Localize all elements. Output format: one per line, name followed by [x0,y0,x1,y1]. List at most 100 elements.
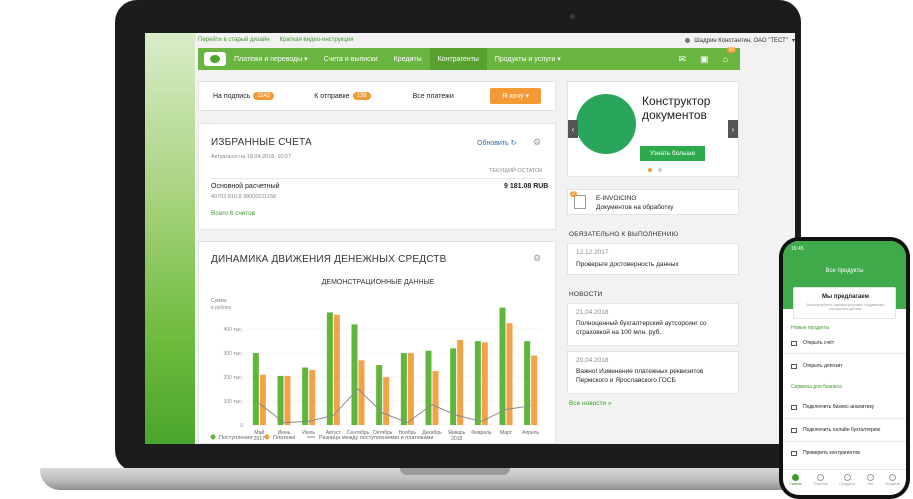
camera [570,14,575,19]
nav-counterparties[interactable]: Контрагенты [429,48,487,70]
status-time: 16:45 [791,246,804,252]
card-title: ИЗБРАННЫЕ СЧЕТА [211,137,312,148]
carousel-dot[interactable] [658,168,662,172]
x-tick-label: Март [500,430,513,436]
refresh-icon: ↻ [510,140,517,147]
updated-at: Актуально на 18.04.2018, 10:57 [211,154,292,160]
chevron-down-icon: ▾ [791,38,795,44]
bar-income [351,324,358,425]
row-counterparties[interactable]: Проверить контрагентов [791,450,899,456]
bar-income [400,353,407,425]
document-icon [574,195,586,209]
tab-to-send[interactable]: К отправке 139 [314,92,371,100]
video-guide-link[interactable]: Краткая видео-инструкция [280,37,354,43]
document-builder-icon [576,94,636,154]
count-badge: 1142 [253,92,275,100]
notifications-badge: 10 [726,47,737,53]
promo-title-line1: Конструктор [642,94,711,108]
bar-income [425,350,432,425]
old-design-link[interactable]: Перейти в старый дизайн [198,37,270,43]
chat-icon [866,474,874,481]
required-header: ОБЯЗАТЕЛЬНО К ВЫПОЛНЕНИЮ [569,231,679,238]
nav-credits[interactable]: Кредиты [386,48,430,70]
logo[interactable] [204,52,226,66]
phone-screen: 16:45 Все продукты Мы предлагаем Восполь… [783,241,906,495]
account-name[interactable]: Основной расчетный [211,183,280,190]
row-analytics[interactable]: Подключить бизнес-аналитику [791,404,899,410]
bank-app: Перейти в старый дизайн Краткая видео-ин… [195,33,795,444]
tab-all-payments[interactable]: Все платежи [413,93,454,100]
bar-payments [309,369,316,425]
divider [783,441,906,442]
news-date: 20.04.2018 [576,357,609,364]
carousel-prev-button[interactable]: ‹ [568,120,578,138]
products-icon [843,474,851,481]
laptop-screen: Перейти в старый дизайн Краткая видео-ин… [145,33,795,444]
promo-title-line2: документов [642,108,707,123]
nav-icons: ✉ ▣ ⌂ 10 [679,47,741,65]
count-badge: 139 [352,92,371,100]
row-open-account[interactable]: Открыть счёт [791,340,899,346]
offer-card[interactable]: Мы предлагаем Воспользуйтесь нашими услу… [793,287,896,319]
cashflow-chart: ДЕМОНСТРАЦИОННЫЕ ДАННЫЕ Суммав рублях 0 100… [210,279,543,442]
phone-title: Все продукты [825,268,864,274]
column-header: ТЕКУЩИЙ ОСТАТОК [489,168,543,174]
home-icon [791,474,799,481]
payment-tabs: На подпись 1142 К отправке 139 Все платежи… [198,81,556,111]
tab-chat[interactable]: Чат [866,474,874,495]
required-item[interactable]: 12.12.2017 Проверьте достоверность данны… [567,243,739,275]
bar-income [326,312,333,425]
i-want-button[interactable]: Я хочу ▾ [490,88,541,104]
bar-income [302,367,309,425]
einvoicing-badge: 2 [570,191,577,197]
row-open-deposit[interactable]: Открыть депозит [791,363,899,369]
tab-label: Главная [788,482,803,486]
cashflow-card: ДИНАМИКА ДВИЖЕНИЯ ДЕНЕЖНЫХ СРЕДСТВ ⚙ ДЕМ… [198,241,556,444]
carousel-dot-active[interactable] [648,168,652,172]
row-accounting[interactable]: Подключить онлайн бухгалтерию [791,427,899,433]
main-nav: Платежи и переводы ▾ Счета и выписки Кре… [198,47,741,70]
legend-difference: Разница между поступлениями и платежами [319,435,433,441]
bar-income [524,341,531,425]
nav-label: Продукты и услуги [494,55,556,63]
cart-icon[interactable]: ▣ [700,54,709,65]
divider [211,178,545,179]
accounting-icon [791,427,797,433]
mail-icon[interactable]: ✉ [679,54,687,65]
phone-mockup: 16:45 Все продукты Мы предлагаем Восполь… [779,237,910,499]
difference-line [259,388,531,424]
user-menu[interactable]: Шадрин Константин, ОАО "ТЕСТ" ▾ [685,37,795,44]
refresh-link[interactable]: Обновить ↻ [477,139,517,147]
nav-payments[interactable]: Платежи и переводы ▾ [226,48,316,70]
all-accounts-link[interactable]: Всего 6 счетов [211,210,255,217]
tab-products[interactable]: Продукты [839,474,855,495]
bar-income [499,307,506,425]
notifications-icon[interactable]: ⌂ 10 [723,47,737,64]
news-text: Важно! Изменение платежных реквизитов Пе… [576,368,704,385]
nav-products[interactable]: Продукты и услуги ▾ [487,48,569,70]
tab-home[interactable]: Главная [789,474,802,495]
y-axis-label: в рублях [211,305,232,311]
all-news-link[interactable]: Все новости » [569,400,612,407]
tab-label: К отправке [314,92,350,100]
deposit-icon [791,363,797,369]
logo-mark [210,55,220,63]
news-item[interactable]: 20.04.2018 Важно! Изменение платежных ре… [567,351,739,394]
divider [783,418,906,419]
account-balance: 9 181.08 RUB [504,183,549,190]
gear-icon[interactable]: ⚙ [533,137,541,148]
nav-accounts[interactable]: Счета и выписки [316,48,386,70]
tab-payments[interactable]: Платежи [814,474,828,495]
tab-to-sign[interactable]: На подпись 1142 [213,92,275,100]
tab-profile[interactable]: Профиль [885,474,900,495]
carousel-next-button[interactable]: › [728,120,738,138]
user-name: Шадрин Константин, ОАО "ТЕСТ" [694,37,788,44]
news-item[interactable]: 21.04.2018 Полноценный бухгалтерский аут… [567,303,739,346]
y-tick-label: 400 тыс. [223,327,243,333]
row-label: Подключить онлайн бухгалтерию [803,427,881,433]
learn-more-button[interactable]: Узнать больше [640,146,706,161]
news-text: Полноценный бухгалтерский аутсорсинг со … [576,320,707,337]
tab-label: Чат [867,482,874,486]
einvoicing-widget[interactable]: 2 E-INVOICING Документов на обработку [567,189,739,215]
bar-payments [383,377,390,425]
